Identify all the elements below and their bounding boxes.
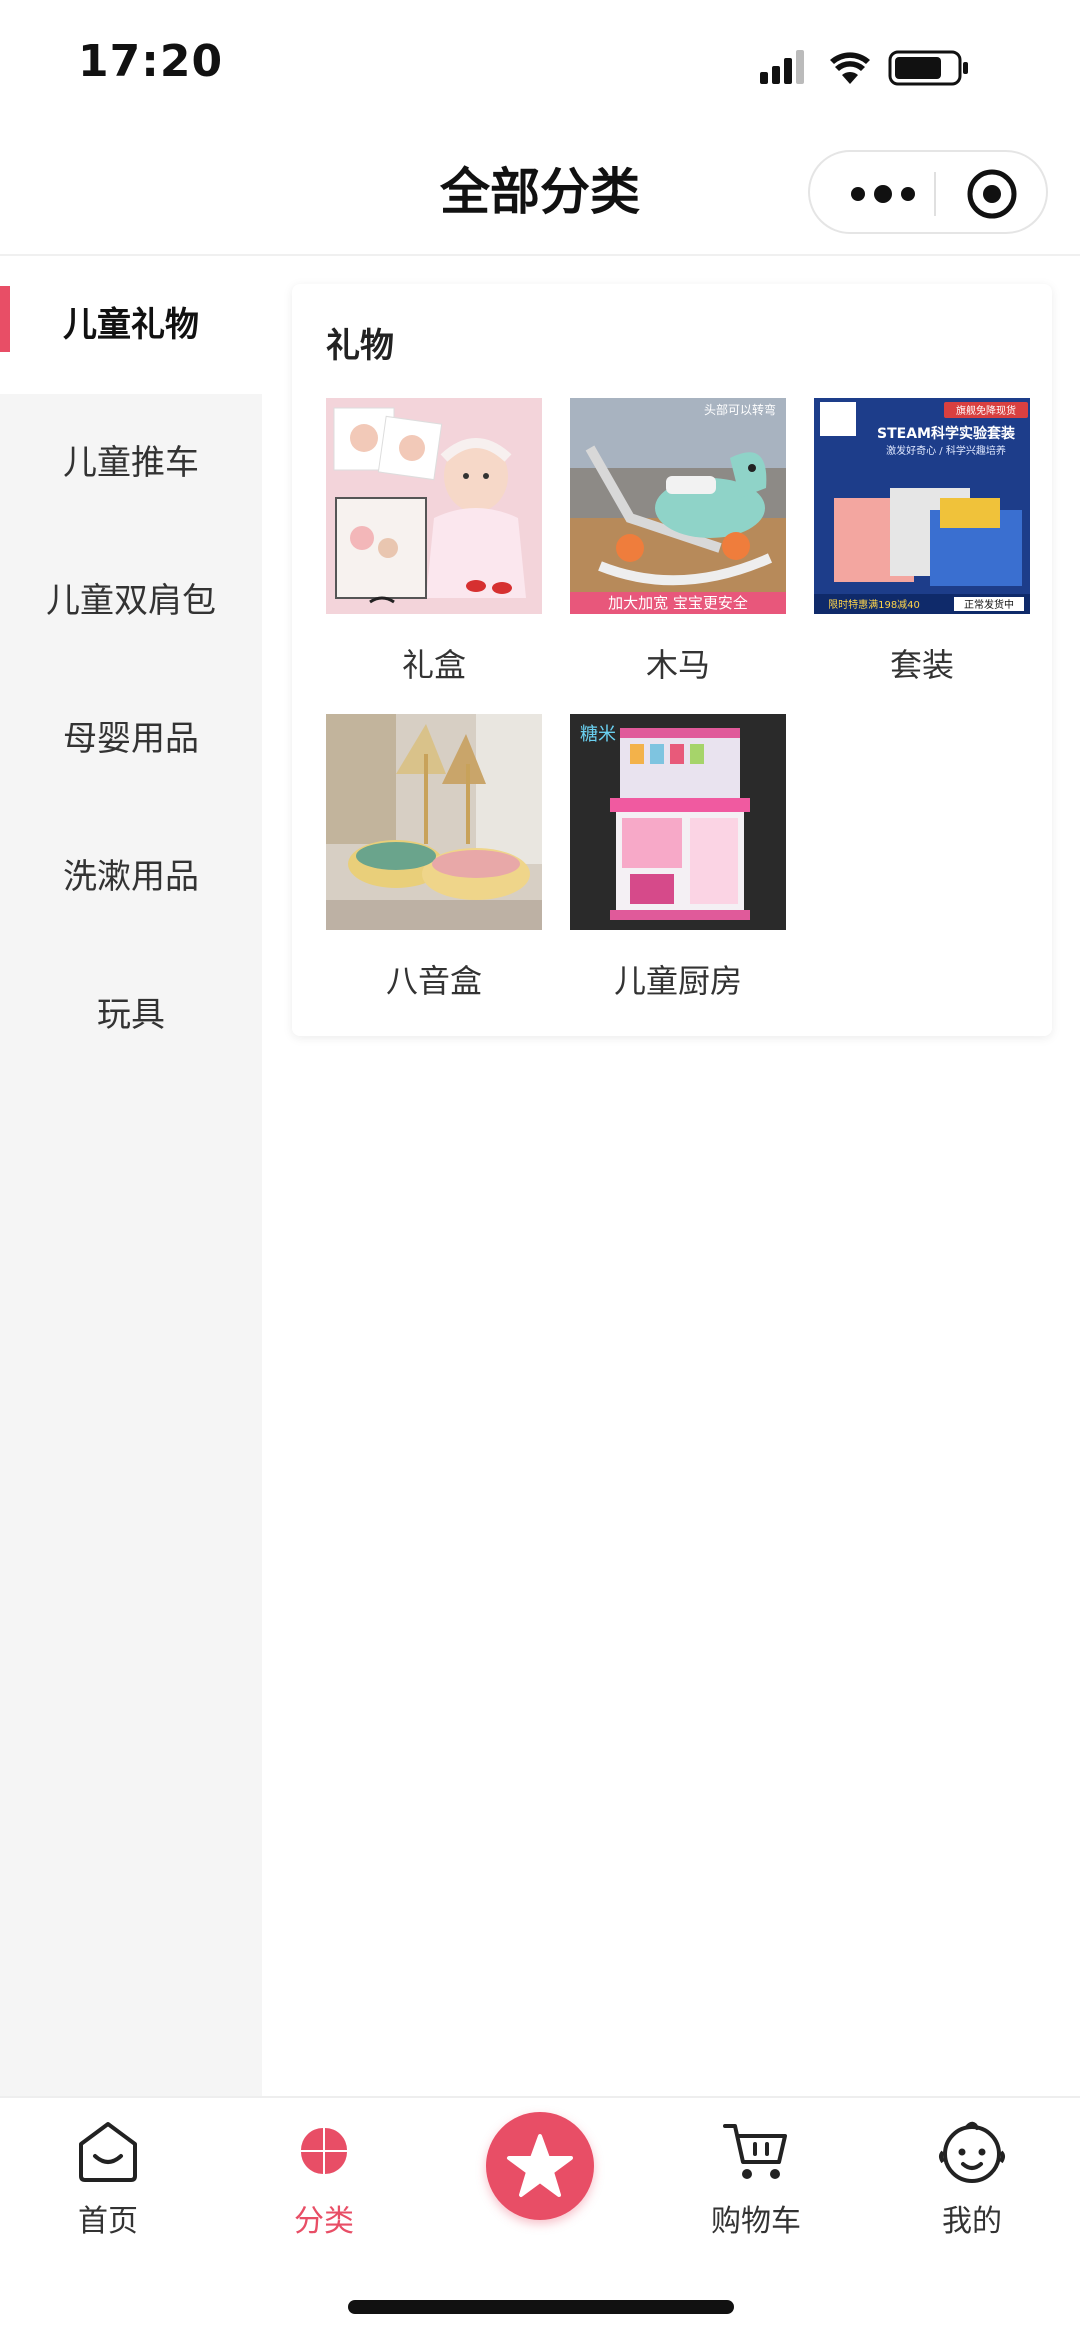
signal-icon — [760, 50, 804, 84]
capsule-divider — [934, 172, 936, 216]
wifi-icon — [830, 52, 870, 84]
status-icons — [760, 50, 968, 86]
star-icon — [507, 2134, 573, 2197]
product-label: 套装 — [889, 646, 954, 684]
category-card: 礼物 礼盒 加大加宽 宝宝更安全 头部可以转弯 木马 旗舰免降现货 STEAM科… — [292, 284, 1052, 1036]
sidebar-item-label: 母婴用品 — [63, 719, 199, 759]
steam-kit-image: 旗舰免降现货 STEAM科学实验套装 激发好奇心 / 科学兴趣培养 限时特惠满1… — [814, 398, 1030, 614]
nav-bar: 全部分类 — [0, 130, 1080, 256]
section-title: 礼物 — [326, 326, 394, 366]
battery-icon — [888, 50, 968, 86]
product-item-music-box[interactable]: 八音盒 — [326, 714, 544, 1002]
steam-promo: 限时特惠满198减40 — [828, 598, 920, 611]
steam-corner-tag: 旗舰免降现货 — [956, 404, 1016, 417]
product-item-rocking-horse[interactable]: 加大加宽 宝宝更安全 头部可以转弯 木马 — [570, 398, 788, 686]
product-item-steam-kit[interactable]: 旗舰免降现货 STEAM科学实验套装 激发好奇心 / 科学兴趣培养 限时特惠满1… — [814, 398, 1032, 686]
status-bar: 17:20 — [0, 0, 1080, 130]
tab-label: 分类 — [294, 2204, 354, 2239]
sidebar-item-label: 儿童推车 — [63, 443, 199, 483]
steam-subtitle: 激发好奇心 / 科学兴趣培养 — [886, 444, 1006, 457]
status-time: 17:20 — [78, 36, 224, 87]
sidebar-item-toys[interactable]: 玩具 — [0, 946, 262, 1084]
more-icon[interactable] — [848, 180, 918, 208]
miniprogram-capsule — [808, 150, 1048, 234]
steam-title: STEAM科学实验套装 — [877, 425, 1016, 442]
rocking-horse-banner: 加大加宽 宝宝更安全 — [608, 594, 748, 612]
gift-box-image — [326, 398, 542, 614]
tab-label: 购物车 — [711, 2204, 801, 2239]
sidebar-item-baby-products[interactable]: 母婴用品 — [0, 670, 262, 808]
svg-text:糖米: 糖米 — [580, 724, 616, 745]
tab-cart[interactable]: 购物车 — [676, 2116, 836, 2240]
product-label: 木马 — [645, 646, 710, 684]
close-miniprogram-icon[interactable] — [966, 168, 1018, 220]
baby-face-icon — [939, 2121, 1005, 2183]
product-item-kids-kitchen[interactable]: 糖米 儿童厨房 — [570, 714, 788, 1002]
product-label: 八音盒 — [385, 962, 482, 1000]
sidebar-item-toiletries[interactable]: 洗漱用品 — [0, 808, 262, 946]
product-item-gift-box[interactable]: 礼盒 — [326, 398, 544, 686]
steam-ship: 正常发货中 — [964, 598, 1014, 611]
kids-kitchen-image: 糖米 — [570, 714, 786, 930]
product-label: 儿童厨房 — [613, 962, 742, 1000]
sidebar-item-kids-gifts[interactable]: 儿童礼物 — [0, 256, 262, 394]
cart-icon — [723, 2124, 787, 2179]
home-indicator — [348, 2300, 734, 2314]
sidebar-item-label: 儿童礼物 — [63, 305, 199, 345]
category-icon — [301, 2128, 347, 2174]
tab-label: 首页 — [78, 2204, 138, 2239]
music-box-image — [326, 714, 542, 930]
tab-category[interactable]: 分类 — [244, 2116, 404, 2240]
rocking-horse-tag: 头部可以转弯 — [704, 402, 776, 417]
sidebar-item-strollers[interactable]: 儿童推车 — [0, 394, 262, 532]
rocking-horse-image: 加大加宽 宝宝更安全 头部可以转弯 — [570, 398, 786, 614]
tab-mine[interactable]: 我的 — [892, 2116, 1052, 2240]
sidebar-item-label: 儿童双肩包 — [46, 581, 216, 621]
sidebar-item-label: 玩具 — [97, 995, 165, 1035]
category-sidebar: 儿童礼物 儿童推车 儿童双肩包 母婴用品 洗漱用品 玩具 — [0, 256, 262, 2096]
home-icon — [79, 2122, 137, 2182]
tab-label: 我的 — [942, 2204, 1002, 2239]
sidebar-item-backpacks[interactable]: 儿童双肩包 — [0, 532, 262, 670]
tab-home[interactable]: 首页 — [28, 2116, 188, 2240]
active-indicator — [0, 286, 10, 352]
sidebar-item-label: 洗漱用品 — [63, 857, 199, 897]
center-favorite-button[interactable] — [486, 2112, 594, 2220]
product-label: 礼盒 — [401, 646, 466, 684]
